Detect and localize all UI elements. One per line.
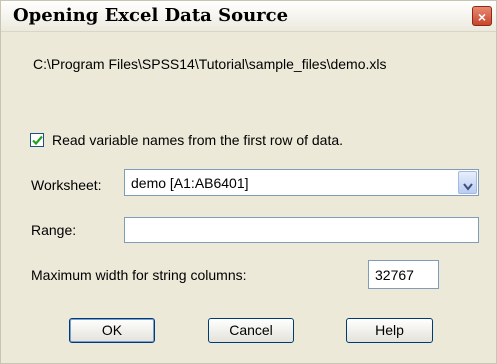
worksheet-value: demo [A1:AB6401] <box>131 175 249 191</box>
range-input[interactable] <box>124 217 479 243</box>
close-icon: × <box>477 9 487 25</box>
worksheet-label: Worksheet: <box>31 177 102 193</box>
ok-button[interactable]: OK <box>69 318 155 343</box>
help-button[interactable]: Help <box>346 318 433 343</box>
cancel-button[interactable]: Cancel <box>208 318 294 343</box>
title-bar[interactable]: Opening Excel Data Source × <box>1 1 496 32</box>
range-label: Range: <box>31 222 77 238</box>
max-width-value: 32767 <box>375 267 414 283</box>
read-names-checkbox[interactable] <box>30 133 44 147</box>
worksheet-dropdown-button[interactable] <box>458 171 477 194</box>
chevron-down-icon <box>463 178 473 194</box>
dialog-title: Opening Excel Data Source <box>13 5 289 26</box>
worksheet-select[interactable]: demo [A1:AB6401] <box>124 169 479 196</box>
file-path: C:\Program Files\SPSS14\Tutorial\sample_… <box>33 56 387 72</box>
max-width-label: Maximum width for string columns: <box>31 267 247 283</box>
read-names-label[interactable]: Read variable names from the first row o… <box>52 132 343 148</box>
checkmark-icon <box>32 135 43 146</box>
excel-source-dialog: Opening Excel Data Source × C:\Program F… <box>0 0 497 364</box>
max-width-input[interactable]: 32767 <box>368 260 439 289</box>
close-button[interactable]: × <box>472 6 492 26</box>
